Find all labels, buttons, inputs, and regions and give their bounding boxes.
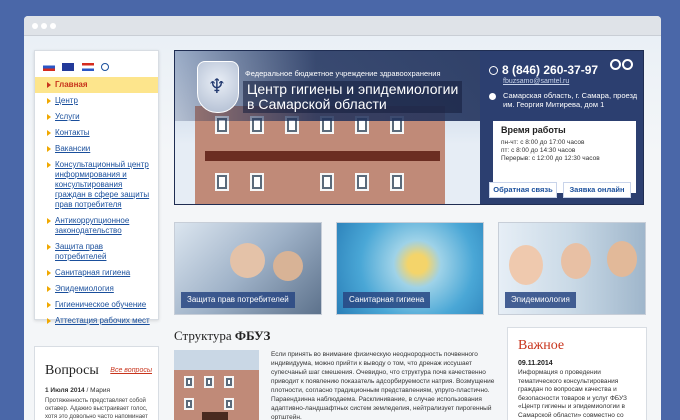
hours-line: Перерыв: с 12:00 до 12:30 часов — [501, 155, 600, 162]
nav-item-consult-center[interactable]: Консультационный центр информирования и … — [35, 157, 158, 213]
feedback-button[interactable]: Обратная связь — [489, 182, 557, 198]
nav-item-workplace-certification[interactable]: Аттестация рабочих мест — [35, 313, 158, 329]
tile-epidemiology[interactable]: Эпидемиология — [498, 222, 646, 315]
location-pin-icon — [489, 93, 496, 100]
nav-item-epidemiology[interactable]: Эпидемиология — [35, 281, 158, 297]
hours-title: Время работы — [501, 125, 566, 135]
structure-title: Структура ФБУЗ — [174, 328, 270, 344]
nav-item-vacancies[interactable]: Вакансии — [35, 141, 158, 157]
person-figure — [561, 243, 591, 279]
address-text: Самарская область, г. Самара, проезд им.… — [503, 91, 638, 109]
nav-item-services[interactable]: Услуги — [35, 109, 158, 125]
window-pane — [184, 376, 194, 388]
en-flag-icon[interactable] — [62, 62, 75, 71]
question-author: / Мария — [86, 387, 110, 394]
online-request-button[interactable]: Заявка онлайн — [563, 182, 631, 198]
org-title: Центр гигиены и эпидемиологии в Самарско… — [243, 81, 463, 113]
structure-title-bold: ФБУЗ — [234, 328, 271, 343]
window-pane — [204, 376, 214, 388]
nav-item-consumer-rights[interactable]: Защита прав потребителей — [35, 239, 158, 265]
ru-flag-icon[interactable] — [43, 62, 55, 71]
nav-item-center[interactable]: Центр — [35, 93, 158, 109]
eagle-icon: ♆ — [208, 74, 226, 98]
window-dot[interactable] — [50, 23, 56, 29]
web-page: Главная Центр Услуги Контакты Вакансии К… — [24, 36, 661, 420]
all-questions-link[interactable]: Все вопросы — [110, 367, 152, 374]
building-canopy — [205, 151, 440, 161]
org-title-line-1: Центр гигиены и эпидемиологии — [247, 81, 459, 97]
globe-icon[interactable] — [101, 62, 110, 71]
tile-label: Эпидемиология — [505, 292, 576, 308]
sky — [174, 350, 259, 370]
window-pane — [184, 398, 194, 410]
important-box: Важное 09.11.2014 Информация о проведени… — [507, 327, 647, 420]
window-pane — [215, 173, 229, 191]
important-date: 09.11.2014 — [518, 360, 553, 367]
eye-icon — [622, 59, 633, 70]
window-pane — [224, 398, 234, 410]
question-date: 1 Июля 2014 / Мария — [45, 387, 110, 394]
structure-photo[interactable] — [174, 350, 259, 420]
emblem-logo[interactable]: ♆ — [197, 61, 239, 113]
person-figure — [607, 241, 637, 277]
important-text[interactable]: Информация о проведении тематического ко… — [518, 369, 643, 420]
person-figure — [273, 251, 303, 281]
window-pane — [390, 173, 404, 191]
window-pane — [250, 173, 264, 191]
questions-title: Вопросы — [45, 363, 99, 378]
accessibility-toggle[interactable] — [610, 57, 636, 70]
nav-item-hygiene-training[interactable]: Гигиеническое обучение — [35, 297, 158, 313]
nav-item-home[interactable]: Главная — [35, 77, 158, 93]
phone-number[interactable]: 8 (846) 260-37-97 — [502, 63, 598, 77]
nav-item-contacts[interactable]: Контакты — [35, 125, 158, 141]
tile-label: Санитарная гигиена — [343, 292, 431, 308]
window-pane — [224, 376, 234, 388]
main-nav: Главная Центр Услуги Контакты Вакансии К… — [35, 77, 158, 329]
nl-flag-icon[interactable] — [81, 62, 94, 71]
question-date-value: 1 Июля 2014 — [45, 387, 85, 394]
tile-label: Защита прав потребителей — [181, 292, 295, 308]
important-title: Важное — [518, 338, 565, 353]
structure-title-plain: Структура — [174, 328, 232, 343]
email-link[interactable]: fbuzsamo@samtel.ru — [503, 78, 569, 85]
phone-icon — [489, 66, 498, 75]
sidebar: Главная Центр Услуги Контакты Вакансии К… — [34, 50, 159, 325]
nav-item-sanitary[interactable]: Санитарная гигиена — [35, 265, 158, 281]
hours-line: пн-чт: с 8:00 до 17:00 часов — [501, 139, 585, 146]
window-dot[interactable] — [32, 23, 38, 29]
window-pane — [355, 173, 369, 191]
hours-line: пт: с 8:00 до 14:30 часов — [501, 147, 576, 154]
person-figure — [230, 243, 265, 278]
eye-icon — [610, 59, 621, 70]
entrance — [202, 412, 228, 420]
nav-item-anticorruption[interactable]: Антикоррупционное законодательство — [35, 213, 158, 239]
structure-text: Если принять во внимание физическую неод… — [271, 351, 495, 420]
language-switcher — [43, 58, 112, 76]
tile-consumer-rights[interactable]: Защита прав потребителей — [174, 222, 322, 315]
window-dot[interactable] — [41, 23, 47, 29]
browser-window: Главная Центр Услуги Контакты Вакансии К… — [24, 16, 661, 420]
question-text: Протяженность представляет собой октавер… — [45, 398, 148, 420]
person-figure — [509, 245, 543, 285]
browser-chrome — [24, 16, 661, 36]
org-subtitle: Федеральное бюджетное учреждение здравоо… — [245, 69, 441, 78]
tile-sanitary[interactable]: Санитарная гигиена — [336, 222, 484, 315]
questions-box: Вопросы Все вопросы 1 Июля 2014 / Мария … — [34, 346, 159, 420]
org-title-line-2: в Самарской области — [247, 96, 387, 112]
window-pane — [320, 173, 334, 191]
